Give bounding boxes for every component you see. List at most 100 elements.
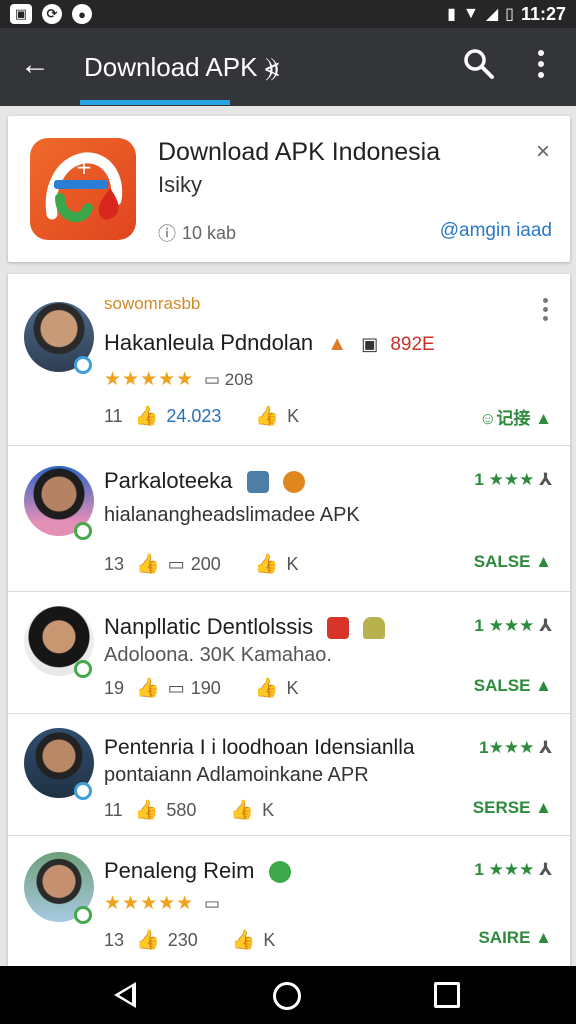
app-chip-icon <box>327 617 350 640</box>
post-description: Adoloona. 30K Kamahao. <box>104 644 332 666</box>
comment-icon: ▭ <box>204 894 221 913</box>
view-count: 230 <box>167 929 198 950</box>
list-item[interactable]: Penaleng Reim 1 ★★★ ⅄ ★★★★★ ▭ 13 👍 230 👍… <box>8 836 570 966</box>
k-label: K <box>287 405 300 426</box>
thumbs-up-icon[interactable]: 👍 <box>136 552 160 576</box>
verified-badge-icon <box>74 522 92 540</box>
thumbs-up-icon[interactable]: 👍 <box>135 404 159 428</box>
list-item[interactable]: sowomrasbb Hakanleula Pdndolan ▲ ▣ 892E … <box>8 274 570 446</box>
thumbs-up-outline-icon[interactable]: 👍 <box>255 552 279 576</box>
app-chip-icon <box>246 471 269 494</box>
cart-icon: ▲ <box>535 928 552 947</box>
nav-home-icon[interactable] <box>273 982 301 1010</box>
cart-icon: ▲ <box>535 409 552 428</box>
emoji-icon <box>282 471 305 494</box>
view-count: 200 <box>190 553 221 574</box>
ad-link[interactable]: @amgin iaad <box>440 220 552 242</box>
image-notification-icon: ▣ <box>10 4 32 24</box>
post-description: pontaiann Adlamoinkane APR <box>104 764 369 786</box>
navigation-bar <box>0 966 576 1024</box>
post-title: Penaleng Reim <box>104 858 291 884</box>
post-tag[interactable]: SALSE ▲ <box>474 676 552 696</box>
star-rating: ★★★★★ <box>104 893 195 914</box>
post-rating: 1 ★★★ ⅄ <box>474 860 552 879</box>
thumbs-up-outline-icon[interactable]: 👍 <box>232 928 256 952</box>
view-count: 24.023 <box>166 405 222 426</box>
battery-icon: ▯ <box>505 6 514 23</box>
post-stats: 13 👍 ▭ 200 👍 K <box>104 552 298 576</box>
rating-count: ▭ 208 <box>204 370 254 389</box>
list-item[interactable]: Pentenria I i loodhoan Idensianlla 1★★★ … <box>8 714 570 836</box>
back-arrow-icon[interactable]: ← <box>20 48 50 82</box>
like-count: 11 <box>104 799 123 820</box>
svg-text:+: + <box>76 155 93 179</box>
k-label: K <box>262 799 275 820</box>
comment-icon: ▭ <box>167 677 185 698</box>
post-stats: 11 👍 580 👍 K <box>104 798 274 822</box>
like-count: 13 <box>104 553 125 574</box>
fire-icon: ▲ <box>327 333 348 355</box>
post-rating: 1 ★★★ ⅄ <box>474 616 552 635</box>
app-bar: ← Download APK ⦖ <box>0 28 576 106</box>
search-icon[interactable] <box>462 46 496 82</box>
ad-meta: ⓘ 10 kab <box>158 220 236 246</box>
vibrate-icon: ▮ <box>447 6 456 23</box>
comment-icon: ▭ <box>167 553 185 574</box>
tab-indicator <box>80 100 230 105</box>
thumbs-up-outline-icon[interactable]: 👍 <box>255 676 279 700</box>
k-label: K <box>286 677 299 698</box>
post-handle: sowomrasbb <box>104 294 201 313</box>
nav-recents-icon[interactable] <box>434 982 460 1008</box>
post-description: hialanangheadslimadee APK <box>104 504 360 526</box>
post-tag[interactable]: SERSE ▲ <box>473 798 552 818</box>
post-tag[interactable]: ☺记接 ▲ <box>479 404 552 429</box>
verified-badge-icon <box>74 660 92 678</box>
thumbs-up-outline-icon[interactable]: 👍 <box>255 404 279 428</box>
verified-badge-icon <box>74 356 92 374</box>
post-stats: 11 👍 24.023 👍 K <box>104 404 299 428</box>
clock: 11:27 <box>520 3 566 24</box>
post-tag[interactable]: SAIRE ▲ <box>478 928 552 948</box>
more-options-icon[interactable] <box>528 46 554 82</box>
status-bar: ▣ ⟳ ● ▮ ▼ ◢ ▯ 11:27 <box>0 0 576 28</box>
post-tag[interactable]: SALSE ▲ <box>474 552 552 572</box>
android-icon <box>363 617 386 640</box>
post-title: Pentenria I i loodhoan Idensianlla <box>104 736 415 759</box>
like-count: 19 <box>104 677 125 698</box>
post-list: sowomrasbb Hakanleula Pdndolan ▲ ▣ 892E … <box>8 274 570 966</box>
close-icon[interactable]: × <box>536 138 550 166</box>
cart-icon: ▲ <box>535 552 552 571</box>
wifi-icon: ▼ <box>462 5 479 22</box>
more-options-icon[interactable] <box>543 298 548 321</box>
info-icon: ⓘ <box>158 224 176 244</box>
cart-icon: ▲ <box>535 798 552 817</box>
app-chip-icon <box>268 861 291 884</box>
post-title: Hakanleula Pdndolan ▲ ▣ 892E <box>104 330 435 355</box>
like-count: 11 <box>104 405 123 426</box>
signal-icon: ◢ <box>485 6 499 23</box>
post-title: Nanpllatic Dentlolssis <box>104 614 386 640</box>
list-item[interactable]: Nanpllatic Dentlolssis 1 ★★★ ⅄ Adoloona.… <box>8 592 570 714</box>
ad-card[interactable]: + Download APK Indonesia Isiky ⓘ 10 kab … <box>8 116 570 262</box>
post-title: Parkaloteeka <box>104 468 305 494</box>
post-score: 892E <box>390 334 435 355</box>
post-rating: 1 ★★★ ⅄ <box>474 470 552 489</box>
view-count: 190 <box>190 677 221 698</box>
thumbs-up-icon[interactable]: 👍 <box>135 798 159 822</box>
post-stats: 13 👍 230 👍 K <box>104 928 275 952</box>
app-notification-icon: ● <box>72 4 92 24</box>
robot-icon: ▣ <box>361 334 379 354</box>
comment-icon: ▭ <box>204 370 221 389</box>
verified-badge-icon <box>74 906 92 924</box>
thumbs-up-icon[interactable]: 👍 <box>136 676 160 700</box>
post-stats: 19 👍 ▭ 190 👍 K <box>104 676 298 700</box>
list-item[interactable]: Parkaloteeka 1 ★★★ ⅄ hialanangheadslimad… <box>8 446 570 592</box>
thumbs-up-outline-icon[interactable]: 👍 <box>230 798 254 822</box>
star-rating: ★★★★★ <box>104 369 195 390</box>
ad-meta-text: 10 kab <box>182 222 237 243</box>
k-label: K <box>263 929 276 950</box>
app-logo: + <box>30 138 136 240</box>
ad-subtitle: Isiky <box>158 172 202 197</box>
k-label: K <box>286 553 299 574</box>
thumbs-up-icon[interactable]: 👍 <box>136 928 160 952</box>
